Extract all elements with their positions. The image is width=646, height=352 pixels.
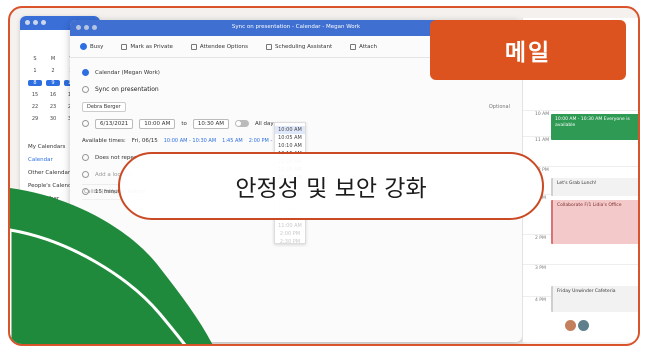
- to-label: to: [181, 120, 187, 127]
- time-option[interactable]: 10:10 AM: [275, 142, 305, 150]
- toolbar-button[interactable]: Scheduling Assistant: [265, 43, 333, 50]
- subject-row[interactable]: Sync on presentation: [82, 83, 510, 96]
- toolbar-button[interactable]: Busy: [80, 43, 103, 50]
- mini-calendar-day[interactable]: 1: [28, 68, 42, 74]
- attendee-avatars: [565, 320, 589, 331]
- toolbar-button[interactable]: Attendee Options: [190, 43, 248, 50]
- avatar: [578, 320, 589, 331]
- optional-link[interactable]: Optional: [489, 104, 510, 110]
- mini-calendar-day[interactable]: M: [46, 56, 60, 62]
- toolbar-button-label: Scheduling Assistant: [274, 43, 333, 50]
- toolbar-button-label: Attendee Options: [199, 43, 248, 50]
- toolbar-button[interactable]: Mark as Private: [121, 43, 173, 50]
- window-controls[interactable]: [25, 20, 46, 25]
- toolbar-icon: [350, 43, 357, 50]
- mini-calendar-day[interactable]: S: [28, 56, 42, 62]
- all-day-toggle[interactable]: [234, 120, 249, 127]
- start-time-field[interactable]: 10:00 AM: [139, 118, 176, 129]
- hour-label: 3 PM: [523, 264, 638, 271]
- available-day: Fri, 06/15: [131, 137, 158, 144]
- mail-badge: 메일: [430, 20, 626, 80]
- mini-calendar-day[interactable]: 16: [46, 92, 60, 98]
- time-option[interactable]: 10:05 AM: [275, 134, 305, 142]
- all-day-label: All day: [254, 120, 274, 127]
- calendar-selector[interactable]: Calendar (Megan Work): [95, 70, 160, 76]
- mini-calendar-day[interactable]: 29: [28, 116, 42, 122]
- screenshot-frame: SMTW123489101115161718222324252930311 My…: [8, 6, 640, 346]
- toolbar-button-label: Busy: [90, 43, 104, 50]
- time-option[interactable]: 2:00 PM: [275, 230, 305, 238]
- clock-icon: [82, 120, 89, 127]
- mini-calendar-day[interactable]: 22: [28, 104, 42, 110]
- time-option[interactable]: 10:00 AM: [275, 126, 305, 134]
- date-field[interactable]: 6/13/2021: [95, 118, 134, 129]
- mini-calendar-day[interactable]: 9: [46, 80, 60, 86]
- avatar: [565, 320, 576, 331]
- toolbar-icon: [190, 43, 197, 50]
- title-icon: [82, 86, 89, 93]
- mini-calendar-day[interactable]: 15: [28, 92, 42, 98]
- calendar-event[interactable]: 10:00 AM - 10:30 AM Everyone is availabl…: [551, 114, 638, 140]
- caption-pill: 안정성 및 보안 강화: [118, 152, 544, 220]
- mini-calendar-day[interactable]: 30: [46, 116, 60, 122]
- calendar-event[interactable]: Let's Grab Lunch!: [551, 178, 638, 196]
- calendar-event[interactable]: Collaborate F/1 Lidia's Office: [551, 200, 638, 244]
- location-icon: [82, 171, 89, 178]
- toolbar-button-label: Mark as Private: [130, 43, 173, 50]
- subject-field[interactable]: Sync on presentation: [95, 86, 159, 93]
- available-times-label: Available times:: [82, 137, 126, 144]
- available-slot[interactable]: 1:45 AM: [222, 138, 243, 144]
- time-option[interactable]: 2:30 PM: [275, 238, 305, 246]
- hour-label: 10 AM: [523, 110, 638, 117]
- mini-calendar-day[interactable]: 8: [28, 80, 42, 86]
- mini-calendar-day[interactable]: 2: [46, 68, 60, 74]
- toolbar-button-label: Attach: [359, 43, 378, 50]
- attendees-row[interactable]: Debra Berger Optional: [82, 100, 510, 113]
- mini-calendar-day[interactable]: 23: [46, 104, 60, 110]
- calendar-color-icon: [82, 69, 89, 76]
- toolbar-icon: [265, 43, 272, 50]
- attendee-chip[interactable]: Debra Berger: [82, 101, 126, 112]
- toolbar-button[interactable]: Attach: [350, 43, 378, 50]
- toolbar-icon: [121, 43, 128, 50]
- repeat-icon: [82, 154, 89, 161]
- time-option[interactable]: 11:00 AM: [275, 222, 305, 230]
- end-time-field[interactable]: 10:30 AM: [192, 118, 229, 129]
- hour-label: 12 PM: [523, 166, 638, 173]
- status-dot-icon: [80, 43, 87, 50]
- available-slot[interactable]: 10:00 AM - 10:30 AM: [164, 138, 216, 144]
- calendar-event[interactable]: Friday Unwinder Cafeteria: [551, 286, 638, 312]
